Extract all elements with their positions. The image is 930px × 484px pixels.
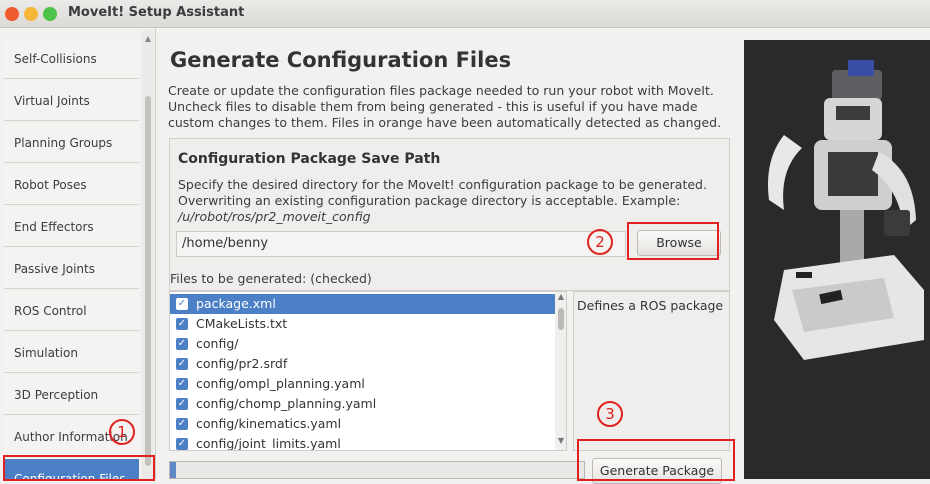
- title-bar: MoveIt! Setup Assistant: [0, 0, 930, 28]
- file-name: config/joint_limits.yaml: [196, 436, 341, 451]
- file-name: CMakeLists.txt: [196, 316, 288, 331]
- file-row-pr2-srdf[interactable]: ✓ config/pr2.srdf: [170, 354, 555, 374]
- page-title: Generate Configuration Files: [170, 48, 512, 72]
- sidebar-item-robot-poses[interactable]: Robot Poses: [4, 165, 139, 205]
- scroll-up-icon[interactable]: ▲: [142, 34, 154, 43]
- robot-model-image: [744, 40, 930, 479]
- files-scroll-thumb[interactable]: [558, 308, 564, 330]
- scroll-up-icon[interactable]: ▲: [555, 292, 566, 301]
- annotation-box-browse: [627, 222, 719, 260]
- checkbox-checked-icon[interactable]: ✓: [176, 358, 188, 370]
- sidebar-item-passive-joints[interactable]: Passive Joints: [4, 249, 139, 289]
- sidebar-item-simulation[interactable]: Simulation: [4, 333, 139, 373]
- file-name: config/: [196, 336, 239, 351]
- save-path-example: /u/robot/ros/pr2_moveit_config: [178, 209, 371, 224]
- save-path-input[interactable]: /home/benny: [176, 231, 626, 257]
- file-name: config/chomp_planning.yaml: [196, 396, 377, 411]
- maximize-window-button[interactable]: [43, 7, 57, 21]
- checkbox-checked-icon[interactable]: ✓: [176, 338, 188, 350]
- files-scrollbar[interactable]: ▲ ▼: [555, 292, 566, 450]
- checkbox-checked-icon[interactable]: ✓: [176, 318, 188, 330]
- checkbox-checked-icon[interactable]: ✓: [176, 438, 188, 450]
- file-name: config/pr2.srdf: [196, 356, 288, 371]
- sidebar-scroll-thumb[interactable]: [145, 96, 151, 466]
- save-path-description: Specify the desired directory for the Mo…: [178, 177, 723, 225]
- sidebar-scrollbar[interactable]: ▲: [142, 30, 154, 479]
- sidebar-item-end-effectors[interactable]: End Effectors: [4, 207, 139, 247]
- file-row-package-xml[interactable]: ✓ package.xml: [170, 294, 555, 314]
- file-row-cmakelists[interactable]: ✓ CMakeLists.txt: [170, 314, 555, 334]
- annotation-box-generate: [577, 439, 735, 481]
- files-label: Files to be generated: (checked): [170, 271, 372, 286]
- sidebar: Self-Collisions Virtual Joints Planning …: [0, 28, 156, 479]
- progress-fill: [170, 462, 176, 478]
- annotation-marker-1: 1: [109, 419, 135, 445]
- file-name: config/kinematics.yaml: [196, 416, 342, 431]
- robot-3d-viewer[interactable]: [744, 40, 930, 479]
- page-description: Create or update the configuration files…: [168, 83, 722, 130]
- file-row-joint-limits[interactable]: ✓ config/joint_limits.yaml: [170, 434, 555, 451]
- file-row-kinematics[interactable]: ✓ config/kinematics.yaml: [170, 414, 555, 434]
- files-list[interactable]: ✓ package.xml ✓ CMakeLists.txt ✓ config/ ✓ c…: [169, 291, 567, 451]
- window-title: MoveIt! Setup Assistant: [68, 5, 245, 20]
- checkbox-checked-icon[interactable]: ✓: [176, 298, 188, 310]
- annotation-marker-2: 2: [587, 229, 613, 255]
- save-path-description-text: Specify the desired directory for the Mo…: [178, 177, 707, 208]
- sidebar-item-ros-control[interactable]: ROS Control: [4, 291, 139, 331]
- close-window-button[interactable]: [5, 7, 19, 21]
- annotation-box-configuration-files: [3, 455, 155, 481]
- checkbox-checked-icon[interactable]: ✓: [176, 418, 188, 430]
- file-row-config-dir[interactable]: ✓ config/: [170, 334, 555, 354]
- sidebar-item-self-collisions[interactable]: Self-Collisions: [4, 39, 139, 79]
- minimize-window-button[interactable]: [24, 7, 38, 21]
- file-description-panel: Defines a ROS package: [573, 291, 730, 451]
- sidebar-item-planning-groups[interactable]: Planning Groups: [4, 123, 139, 163]
- annotation-marker-3: 3: [597, 401, 623, 427]
- file-name: config/ompl_planning.yaml: [196, 376, 365, 391]
- generation-progress-bar: [169, 461, 585, 479]
- sidebar-item-3d-perception[interactable]: 3D Perception: [4, 375, 139, 415]
- checkbox-checked-icon[interactable]: ✓: [176, 378, 188, 390]
- file-row-ompl-planning[interactable]: ✓ config/ompl_planning.yaml: [170, 374, 555, 394]
- save-path-title: Configuration Package Save Path: [178, 151, 441, 167]
- file-name: package.xml: [196, 296, 276, 311]
- file-row-chomp-planning[interactable]: ✓ config/chomp_planning.yaml: [170, 394, 555, 414]
- checkbox-checked-icon[interactable]: ✓: [176, 398, 188, 410]
- scroll-down-icon[interactable]: ▼: [555, 436, 566, 445]
- save-path-group: Configuration Package Save Path Specify …: [169, 138, 730, 291]
- sidebar-item-virtual-joints[interactable]: Virtual Joints: [4, 81, 139, 121]
